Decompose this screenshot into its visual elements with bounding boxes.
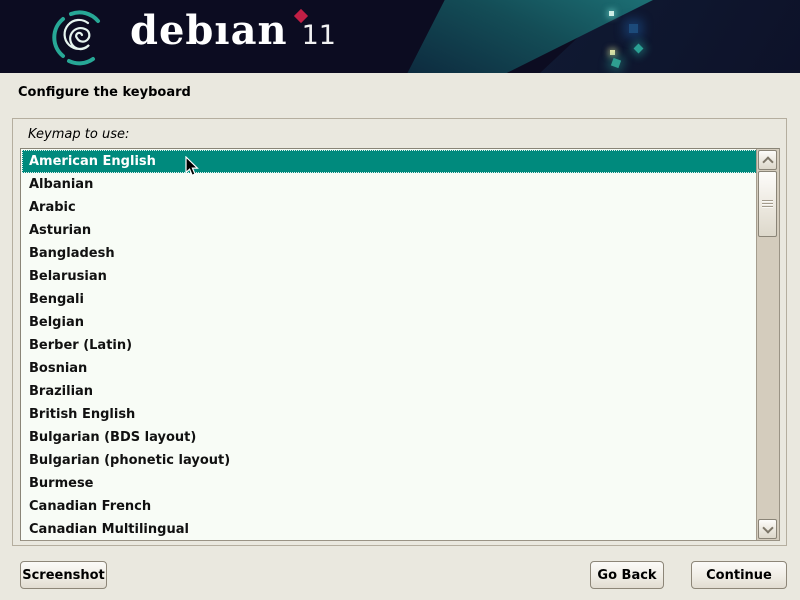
page-title: Configure the keyboard	[18, 85, 191, 100]
list-item[interactable]: American English	[22, 150, 757, 173]
scrollbar-grip	[762, 200, 773, 208]
list-item[interactable]: Bulgarian (BDS layout)	[22, 426, 757, 449]
brand-version: 11	[302, 20, 336, 51]
list-item[interactable]: Belgian	[22, 311, 757, 334]
list-item[interactable]: Canadian French	[22, 495, 757, 518]
keymap-list: American EnglishAlbanianArabicAsturianBa…	[22, 150, 757, 540]
list-item[interactable]: Burmese	[22, 472, 757, 495]
header-art-square	[629, 24, 638, 33]
go-back-button[interactable]: Go Back	[590, 561, 664, 589]
keymap-label: Keymap to use:	[28, 127, 129, 142]
list-item[interactable]: Bengali	[22, 288, 757, 311]
continue-button[interactable]: Continue	[691, 561, 787, 589]
scroll-up-button[interactable]	[758, 150, 777, 170]
scrollbar[interactable]	[756, 149, 779, 540]
list-item[interactable]: British English	[22, 403, 757, 426]
installer-window: debıan 11 Configure the keyboard Keymap …	[0, 0, 800, 600]
debian-swirl-icon	[49, 5, 111, 69]
scrollbar-thumb[interactable]	[758, 171, 777, 237]
list-item[interactable]: Brazilian	[22, 380, 757, 403]
brand: debıan 11	[130, 7, 336, 55]
header-art-square	[610, 50, 615, 55]
screenshot-button[interactable]: Screenshot	[20, 561, 107, 589]
list-item[interactable]: Bosnian	[22, 357, 757, 380]
chevron-down-icon	[762, 522, 773, 533]
chevron-up-icon	[762, 156, 773, 167]
keymap-listbox[interactable]: American EnglishAlbanianArabicAsturianBa…	[20, 148, 780, 541]
header-art-square	[609, 11, 614, 16]
list-item[interactable]: Asturian	[22, 219, 757, 242]
list-item[interactable]: Bangladesh	[22, 242, 757, 265]
brand-text: debıan	[130, 7, 288, 55]
list-item[interactable]: Albanian	[22, 173, 757, 196]
list-item[interactable]: Berber (Latin)	[22, 334, 757, 357]
list-item[interactable]: Canadian Multilingual	[22, 518, 757, 540]
scroll-down-button[interactable]	[758, 519, 777, 539]
list-item[interactable]: Belarusian	[22, 265, 757, 288]
list-item[interactable]: Arabic	[22, 196, 757, 219]
header-banner: debıan 11	[0, 0, 800, 73]
list-item[interactable]: Bulgarian (phonetic layout)	[22, 449, 757, 472]
